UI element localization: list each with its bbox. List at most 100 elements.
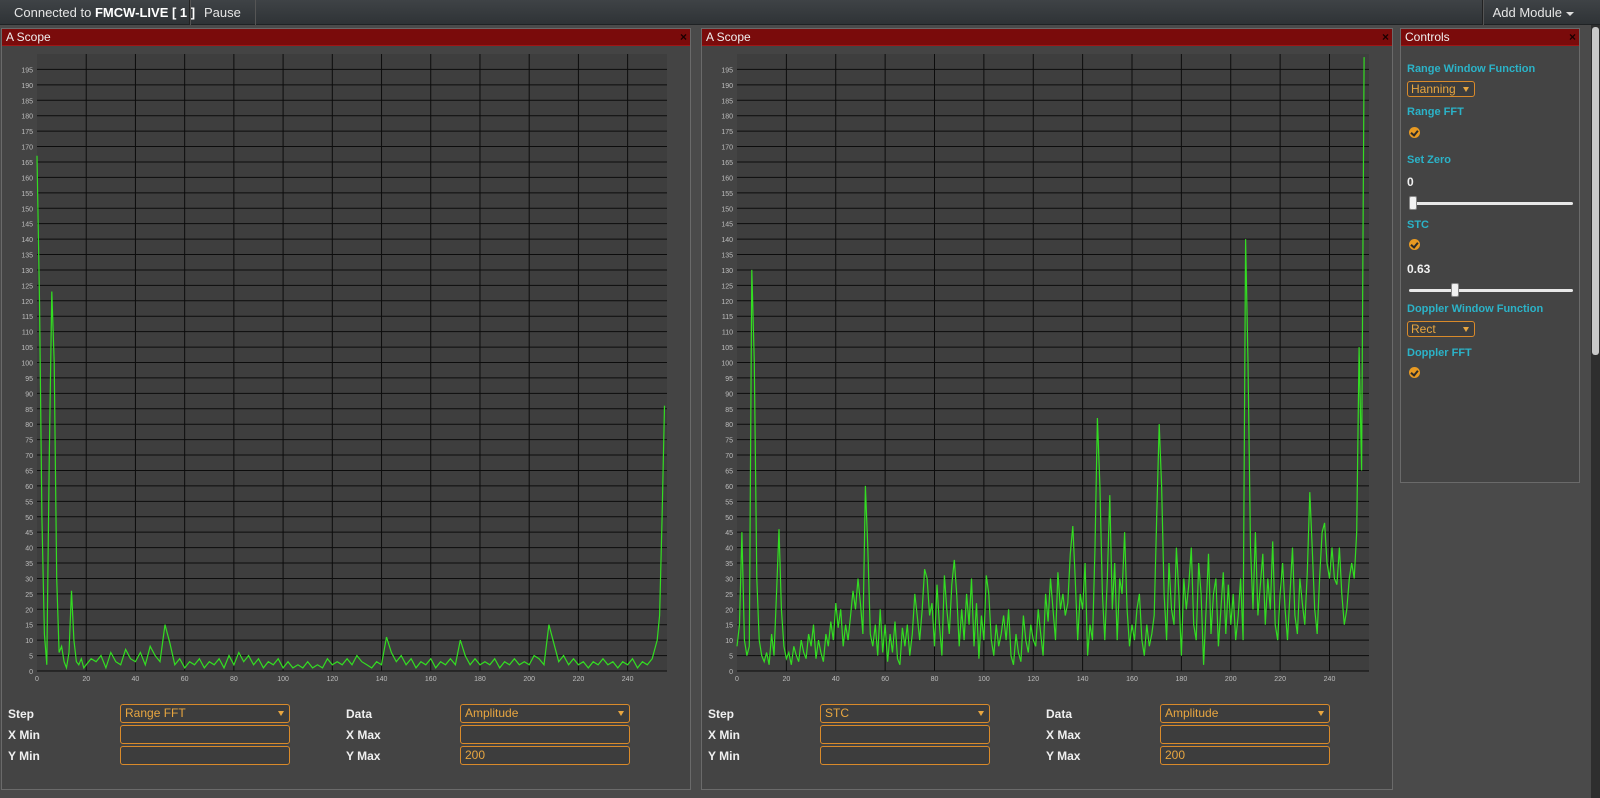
doppler-fft-label: Doppler FFT [1407, 347, 1472, 359]
y-tick-label: 45 [725, 530, 733, 537]
y-tick-label: 90 [25, 391, 33, 398]
y-tick-label: 40 [725, 546, 733, 553]
ymax-input[interactable]: 200 [1160, 746, 1330, 765]
y-tick-label: 15 [25, 623, 33, 630]
y-tick-label: 85 [725, 407, 733, 414]
y-tick-label: 0 [729, 669, 733, 676]
slider-handle[interactable] [1451, 283, 1460, 297]
slider-handle[interactable] [1409, 196, 1417, 210]
panel-header[interactable]: A Scope × [2, 29, 690, 46]
range-fft-checkbox[interactable] [1409, 127, 1420, 138]
xmin-label: X Min [8, 728, 40, 742]
a-scope-panel-2: A Scope × 0 5 10 15 20 25 30 35 40 45 50 55 60 65 70 75… [701, 28, 1393, 790]
y-tick-label: 145 [721, 222, 733, 229]
connection-status: Connected to FMCW-LIVE [ 1 ] [0, 0, 209, 25]
data-label: Data [1046, 707, 1073, 721]
y-tick-label: 0 [29, 669, 33, 676]
data-label: Data [346, 707, 373, 721]
scrollbar-thumb[interactable] [1592, 27, 1599, 355]
range-fft-label: Range FFT [1407, 106, 1464, 118]
x-tick-label: 220 [573, 676, 585, 683]
xmin-input[interactable] [820, 725, 990, 744]
add-module-dropdown[interactable]: Add Module [1481, 0, 1584, 25]
doppler-window-select[interactable]: Rect [1407, 321, 1475, 337]
set-zero-label: Set Zero [1407, 154, 1452, 166]
y-tick-label: 175 [21, 129, 33, 136]
ymin-input[interactable] [820, 746, 990, 765]
y-tick-label: 195 [721, 67, 733, 74]
close-icon[interactable]: × [1569, 29, 1576, 46]
top-navbar: Connected to FMCW-LIVE [ 1 ] Pause Add M… [0, 0, 1600, 25]
xmin-input[interactable] [120, 725, 290, 744]
set-zero-slider[interactable] [1409, 196, 1573, 210]
step-select[interactable]: Range FFT [120, 704, 290, 723]
pause-button[interactable]: Pause [189, 0, 256, 25]
x-tick-label: 20 [82, 676, 90, 683]
y-tick-label: 95 [725, 376, 733, 383]
x-tick-label: 100 [978, 676, 990, 683]
x-tick-label: 160 [425, 676, 437, 683]
y-tick-label: 65 [25, 468, 33, 475]
panel-header[interactable]: Controls × [1401, 29, 1579, 46]
x-tick-label: 240 [1324, 676, 1336, 683]
y-tick-label: 70 [25, 453, 33, 460]
y-tick-label: 195 [21, 67, 33, 74]
y-tick-label: 5 [29, 654, 33, 661]
xmax-input[interactable] [460, 725, 630, 744]
y-tick-label: 40 [25, 546, 33, 553]
ymin-label: Y Min [8, 749, 40, 763]
y-tick-label: 5 [729, 654, 733, 661]
doppler-window-label: Doppler Window Function [1407, 303, 1544, 315]
y-tick-label: 55 [25, 499, 33, 506]
y-tick-label: 170 [721, 145, 733, 152]
y-tick-label: 90 [725, 391, 733, 398]
range-window-label: Range Window Function [1407, 63, 1536, 75]
x-tick-label: 140 [1077, 676, 1089, 683]
y-tick-label: 140 [21, 237, 33, 244]
y-tick-label: 100 [721, 361, 733, 368]
step-select[interactable]: STC [820, 704, 990, 723]
data-select[interactable]: Amplitude [460, 704, 630, 723]
xmax-input[interactable] [1160, 725, 1330, 744]
y-tick-label: 75 [725, 438, 733, 445]
y-tick-label: 70 [725, 453, 733, 460]
x-tick-label: 160 [1126, 676, 1138, 683]
y-tick-label: 165 [21, 160, 33, 167]
y-tick-label: 85 [25, 407, 33, 414]
y-tick-label: 55 [725, 499, 733, 506]
scope-plot-1: 0 5 10 15 20 25 30 35 40 45 50 55 60 65 70 75 80 85 90 95 10… [21, 54, 667, 683]
y-tick-label: 105 [21, 345, 33, 352]
data-select[interactable]: Amplitude [1160, 704, 1330, 723]
x-tick-label: 140 [376, 676, 388, 683]
y-tick-label: 25 [25, 592, 33, 599]
close-icon[interactable]: × [1382, 29, 1389, 46]
stc-slider[interactable] [1409, 283, 1573, 297]
y-tick-label: 80 [25, 422, 33, 429]
y-tick-label: 150 [21, 206, 33, 213]
stc-label: STC [1407, 219, 1429, 231]
page-scrollbar[interactable] [1591, 25, 1600, 798]
step-label: Step [708, 707, 735, 721]
y-tick-label: 35 [25, 561, 33, 568]
doppler-fft-checkbox[interactable] [1409, 367, 1420, 378]
y-tick-label: 100 [21, 361, 33, 368]
x-tick-label: 80 [931, 676, 939, 683]
y-tick-label: 30 [725, 576, 733, 583]
y-tick-label: 115 [722, 314, 733, 321]
panel-header[interactable]: A Scope × [702, 29, 1392, 46]
stc-checkbox[interactable] [1409, 239, 1420, 250]
y-tick-label: 130 [21, 268, 33, 275]
ymin-input[interactable] [120, 746, 290, 765]
range-window-select[interactable]: Hanning [1407, 81, 1475, 97]
x-tick-label: 240 [622, 676, 634, 683]
y-tick-label: 35 [725, 561, 733, 568]
close-icon[interactable]: × [680, 29, 687, 46]
y-tick-label: 180 [721, 114, 733, 121]
ymin-label: Y Min [708, 749, 740, 763]
y-tick-label: 120 [721, 299, 733, 306]
x-tick-label: 0 [735, 676, 739, 683]
set-zero-value: 0 [1407, 175, 1414, 189]
ymax-input[interactable]: 200 [460, 746, 630, 765]
add-module-label: Add Module [1492, 5, 1562, 20]
x-tick-label: 60 [881, 676, 889, 683]
